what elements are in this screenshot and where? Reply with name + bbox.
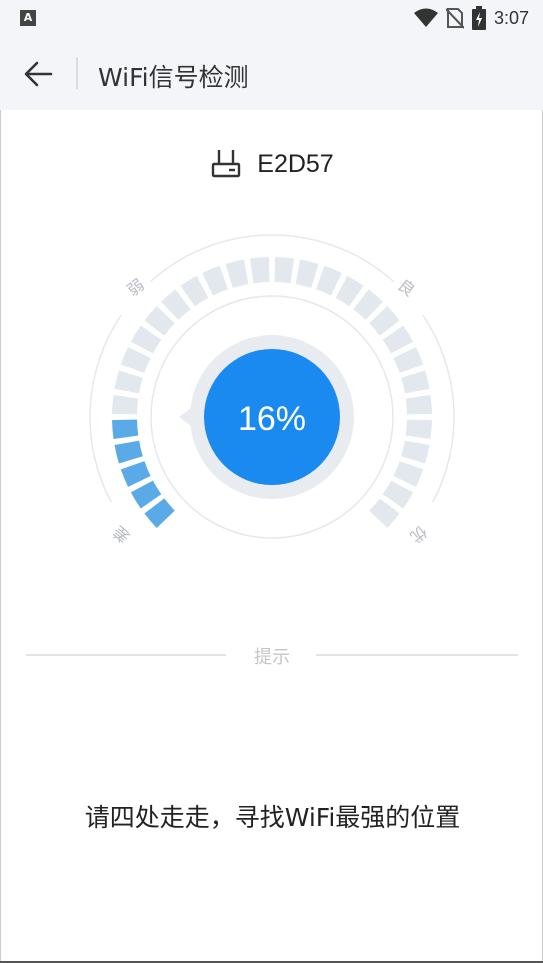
gauge-pointer: [179, 408, 191, 426]
gauge-segment: [274, 257, 294, 284]
tip-divider: 提示: [26, 640, 518, 670]
page-title: WiFi信号检测: [98, 63, 249, 92]
router-icon: [212, 150, 241, 178]
gauge-segment: [120, 347, 151, 373]
battery-charging-icon: [471, 6, 486, 30]
gauge-segment: [114, 370, 143, 394]
label-good: 良: [394, 275, 418, 300]
label-weak: 弱: [123, 275, 147, 300]
no-sim-icon: [445, 8, 464, 29]
label-poor: 差: [109, 522, 133, 547]
arrow-left-icon: [24, 61, 53, 87]
label-excellent: 优: [406, 522, 430, 547]
gauge-segment: [401, 370, 430, 394]
gauge-outer-arc-top: [149, 234, 395, 283]
gauge-segment-active: [112, 419, 139, 439]
main-content: E2D57 16% 弱 良 差 优 提示 请四处走走，寻找WiFi最强的位置: [0, 110, 543, 963]
gauge-segment: [405, 395, 432, 415]
signal-percent: 16%: [238, 400, 306, 438]
router-info: E2D57: [1, 148, 543, 180]
notification-a-icon: A: [20, 10, 36, 26]
clock: 3:07: [493, 7, 529, 28]
gauge-segment: [401, 440, 430, 464]
back-button[interactable]: [20, 56, 56, 92]
gauge-segment-active: [120, 461, 151, 487]
header-divider: [76, 57, 78, 89]
gauge-segment-active: [114, 440, 143, 464]
gauge-segment: [393, 461, 424, 487]
tip-label: 提示: [254, 647, 290, 668]
gauge-segment: [225, 259, 249, 288]
gauge-segment: [295, 259, 319, 288]
signal-gauge: 16% 弱 良 差 优: [89, 234, 455, 547]
router-name: E2D57: [257, 149, 334, 178]
gauge-segment: [112, 395, 139, 415]
gauge-segment: [202, 265, 228, 296]
gauge-segment: [369, 498, 400, 528]
status-bar: A 3:07: [0, 0, 543, 36]
gauge-segment: [393, 347, 424, 373]
gauge-segment: [405, 419, 432, 439]
gauge-segment: [250, 257, 270, 284]
gauge-segment: [316, 265, 342, 296]
app-bar: WiFi信号检测: [0, 36, 543, 110]
gauge-segment-active: [144, 498, 175, 528]
wifi-icon: [413, 8, 438, 27]
tip-message: 请四处走走，寻找WiFi最强的位置: [84, 803, 461, 832]
